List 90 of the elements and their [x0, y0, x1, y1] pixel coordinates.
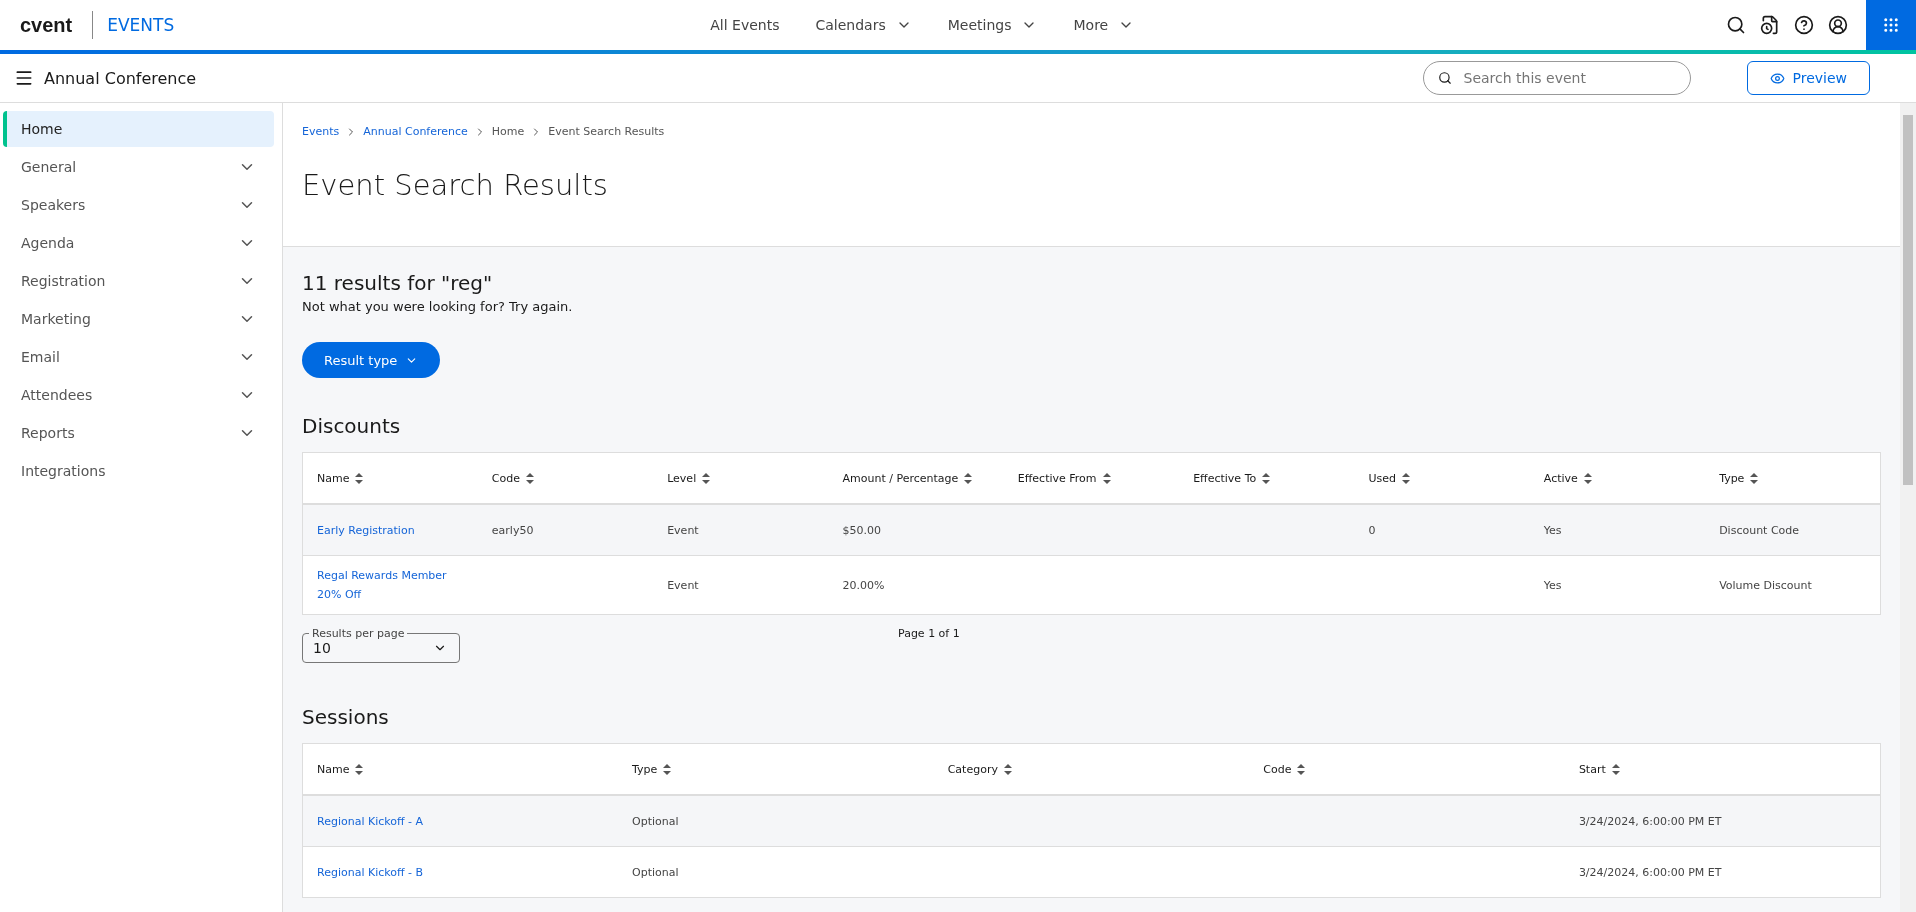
table-cell: Optional: [632, 814, 679, 828]
result-type-button[interactable]: Result type: [302, 342, 441, 378]
column-header[interactable]: Code: [1263, 762, 1292, 776]
section-title: Sessions: [302, 705, 390, 729]
search-icon[interactable]: [1726, 15, 1746, 35]
column-header[interactable]: Effective From: [1017, 471, 1097, 485]
nav-link[interactable]: More: [1073, 17, 1135, 33]
table-cell: $50.00: [842, 523, 881, 537]
field-label: Results per page: [311, 627, 406, 640]
table-cell: Discount Code: [1719, 523, 1800, 537]
table-cell: early50: [491, 523, 534, 537]
user-icon[interactable]: [1828, 15, 1848, 35]
breadcrumb-link[interactable]: Event Search Results: [548, 125, 665, 138]
table-cell: 0: [1368, 523, 1376, 537]
eye-icon: [1769, 70, 1785, 86]
search-icon: [1437, 71, 1452, 85]
sort-icon[interactable]: [1297, 763, 1306, 775]
results-hint: Not what you were looking for? Try again.: [302, 299, 574, 314]
sidebar-item[interactable]: Reports: [3, 415, 274, 451]
breadcrumb-link[interactable]: Annual Conference: [363, 125, 468, 138]
table-cell: 3/24/2024, 6:00:00 PM ET: [1578, 865, 1722, 879]
sort-icon[interactable]: [663, 763, 672, 775]
column-header[interactable]: Name: [317, 762, 350, 776]
sort-icon[interactable]: [964, 472, 973, 484]
preview-button[interactable]: Preview: [1746, 61, 1870, 95]
name-link[interactable]: Early Registration: [317, 520, 464, 540]
column-header[interactable]: Code: [491, 471, 520, 485]
table-cell: Yes: [1543, 578, 1562, 592]
scrollbar[interactable]: [1900, 103, 1916, 912]
name-link[interactable]: Regional Kickoff - B: [317, 862, 605, 882]
menu-icon[interactable]: [14, 68, 34, 88]
section-title: Discounts: [302, 414, 402, 438]
column-header[interactable]: Name: [317, 471, 350, 485]
sort-icon[interactable]: [702, 472, 711, 484]
logo[interactable]: cvent: [20, 11, 94, 39]
search-input[interactable]: Search this event: [1463, 64, 1676, 92]
column-header[interactable]: Used: [1368, 471, 1396, 485]
sort-icon[interactable]: [1003, 763, 1012, 775]
scrollbar-thumb[interactable]: [1903, 115, 1913, 485]
nav-link[interactable]: Calendars: [815, 17, 912, 33]
sort-icon[interactable]: [355, 472, 364, 484]
grid-icon: [1882, 16, 1900, 34]
sort-icon[interactable]: [1102, 472, 1111, 484]
page-indicator: Page 1 of 1: [898, 627, 960, 640]
column-header[interactable]: Category: [947, 762, 998, 776]
sort-icon[interactable]: [1262, 472, 1271, 484]
sidebar-item[interactable]: Integrations: [3, 453, 274, 489]
product-name: EVENTS: [107, 15, 175, 35]
name-link[interactable]: Regional Kickoff - A: [317, 811, 605, 831]
table-cell: Volume Discount: [1719, 578, 1812, 592]
sort-icon[interactable]: [1402, 472, 1410, 484]
nav-link[interactable]: Meetings: [947, 17, 1038, 33]
sidebar-item[interactable]: Home: [3, 111, 274, 147]
document-clock-icon[interactable]: [1760, 15, 1780, 35]
column-header[interactable]: Level: [667, 471, 697, 485]
sidebar-item[interactable]: General: [3, 149, 274, 185]
sort-icon[interactable]: [1611, 763, 1620, 775]
sidebar-item[interactable]: Speakers: [3, 187, 274, 223]
column-header[interactable]: Type: [1719, 471, 1745, 485]
table-cell: Yes: [1543, 523, 1562, 537]
column-header[interactable]: Effective To: [1193, 471, 1257, 485]
table-cell: Event: [667, 578, 699, 592]
sidebar-item[interactable]: Email: [3, 339, 274, 375]
table-cell: 3/24/2024, 6:00:00 PM ET: [1578, 814, 1722, 828]
table-cell: Event: [667, 523, 699, 537]
results-per-page-select[interactable]: Results per page 10: [302, 627, 460, 663]
breadcrumb-link[interactable]: Home: [491, 125, 525, 138]
name-link[interactable]: Regal Rewards Member 20% Off: [317, 566, 464, 604]
nav-link[interactable]: All Events: [710, 17, 780, 33]
sidebar-item[interactable]: Registration: [3, 263, 274, 299]
help-icon[interactable]: [1794, 15, 1814, 35]
sort-icon[interactable]: [355, 763, 364, 775]
column-header[interactable]: Type: [632, 762, 658, 776]
page-title: Event Search Results: [302, 168, 609, 202]
event-title: Annual Conference: [44, 68, 198, 88]
select-value: 10: [313, 640, 331, 656]
sort-icon[interactable]: [1583, 472, 1592, 484]
results-heading: 11 results for "reg": [302, 271, 494, 295]
sidebar-item[interactable]: Agenda: [3, 225, 274, 261]
sidebar-item[interactable]: Marketing: [3, 301, 274, 337]
sort-icon[interactable]: [1750, 472, 1759, 484]
column-header[interactable]: Active: [1543, 471, 1578, 485]
column-header[interactable]: Amount / Percentage: [842, 471, 959, 485]
sort-icon[interactable]: [526, 472, 534, 484]
column-header[interactable]: Start: [1578, 762, 1606, 776]
sidebar-item[interactable]: Attendees: [3, 377, 274, 413]
table-cell: Optional: [632, 865, 679, 879]
apps-button[interactable]: [1866, 0, 1916, 50]
breadcrumb-link[interactable]: Events: [302, 125, 340, 138]
table-cell: 20.00%: [842, 578, 885, 592]
